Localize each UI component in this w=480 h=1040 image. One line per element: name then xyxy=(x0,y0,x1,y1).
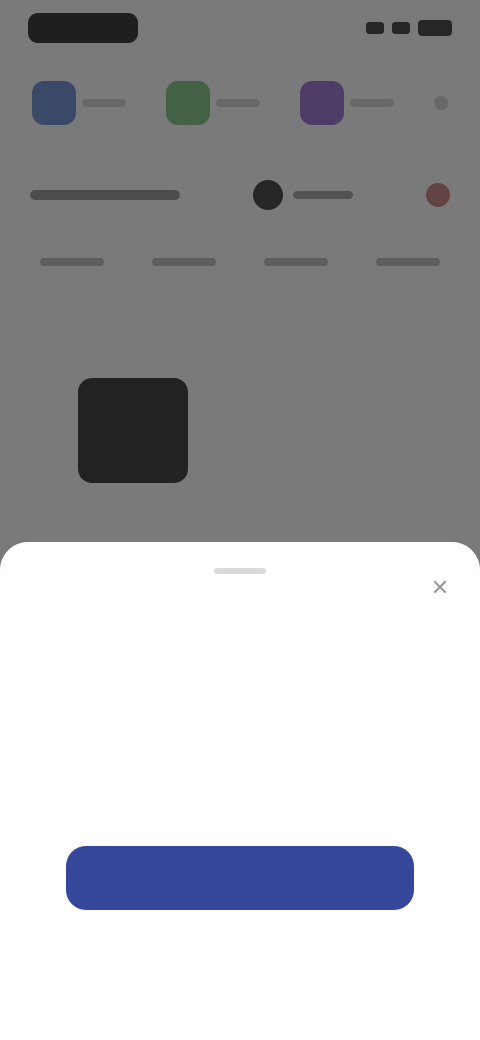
close-icon: ✕ xyxy=(430,575,450,600)
primary-button[interactable] xyxy=(66,846,414,910)
close-button[interactable]: ✕ xyxy=(422,570,458,606)
bottom-sheet: ✕ xyxy=(0,542,480,1040)
sheet-grabber[interactable] xyxy=(214,568,266,574)
